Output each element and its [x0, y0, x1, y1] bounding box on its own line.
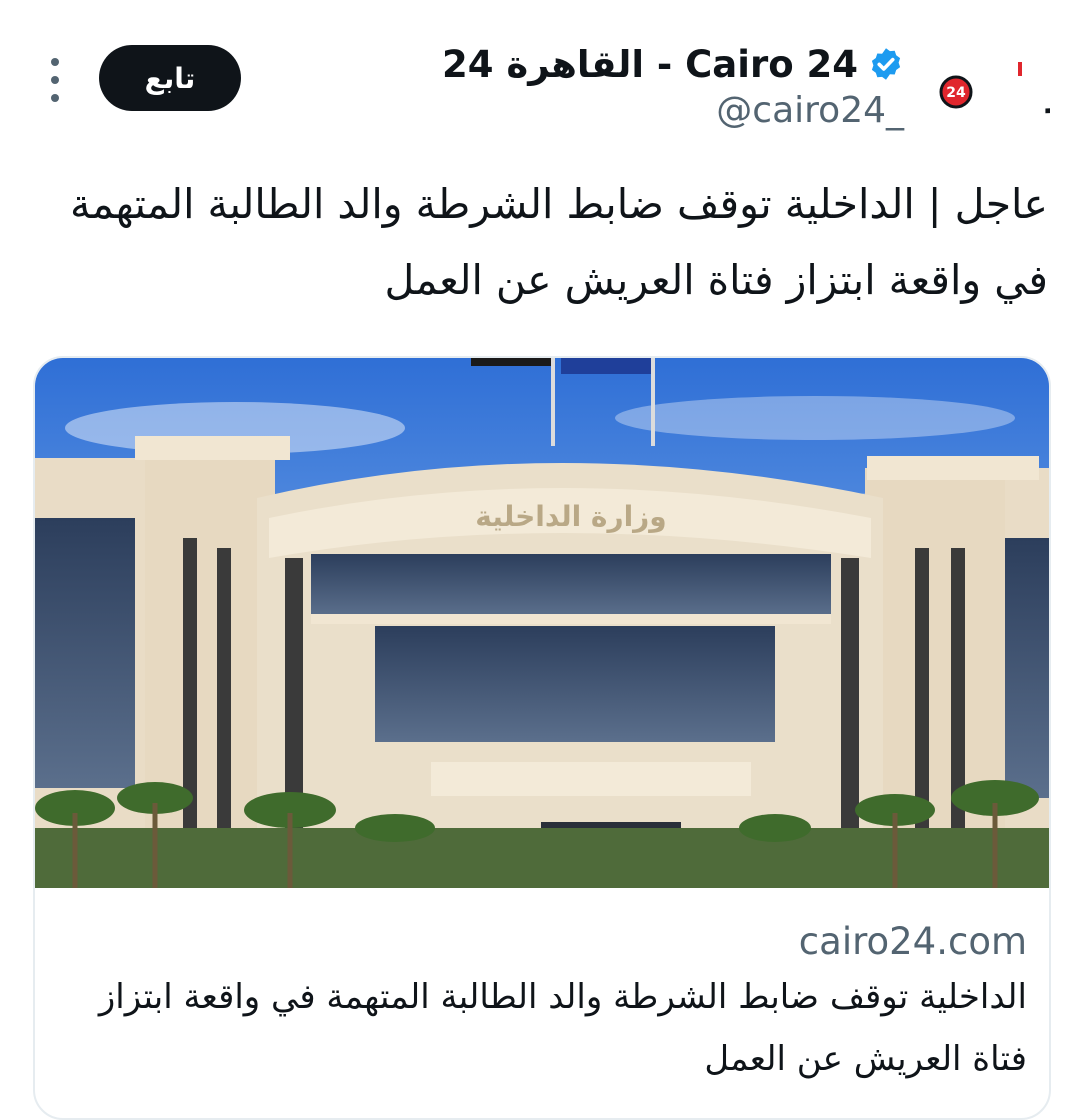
author-display-name[interactable]: القاهرة 24 - Cairo 24: [442, 43, 858, 86]
follow-button[interactable]: تابع: [99, 45, 241, 111]
dot: [51, 94, 59, 102]
more-options-icon[interactable]: [38, 58, 72, 102]
svg-text:وزارة الداخلية: وزارة الداخلية: [475, 500, 666, 533]
avatar[interactable]: القاهر 24: [936, 52, 1050, 132]
verified-badge-icon: [871, 48, 901, 80]
card-image[interactable]: وزارة الداخلية: [35, 358, 1049, 888]
svg-text:24: 24: [946, 85, 966, 101]
author-name-row[interactable]: القاهرة 24 - Cairo 24: [442, 38, 904, 90]
card-title[interactable]: الداخلية توقف ضابط الشرطة والد الطالبة ا…: [67, 966, 1027, 1090]
card-domain[interactable]: cairo24.com: [799, 920, 1027, 963]
dot: [51, 76, 59, 84]
tweet-text: عاجل | الداخلية توقف ضابط الشرطة والد ال…: [69, 180, 1048, 304]
dot: [51, 58, 59, 66]
svg-text:القاهر: القاهر: [1045, 69, 1050, 113]
author-handle[interactable]: @cairo24_: [716, 90, 904, 131]
link-card[interactable]: وزارة الداخلية cairo24.com الداخلية توقف…: [33, 356, 1051, 1120]
